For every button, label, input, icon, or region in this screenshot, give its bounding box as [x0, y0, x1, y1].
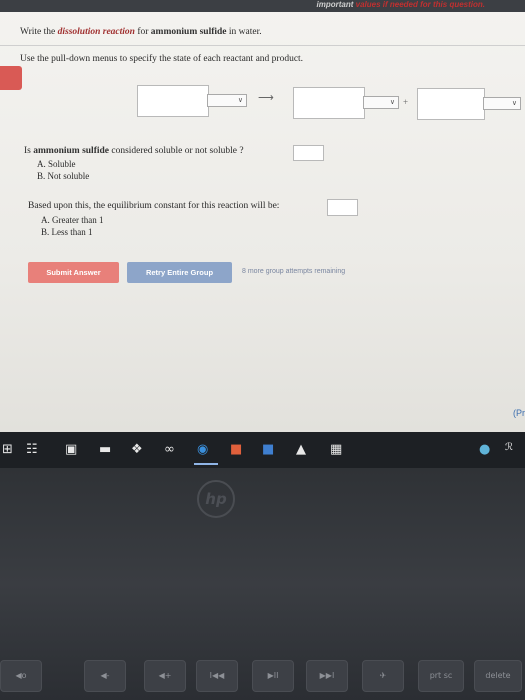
key-f1[interactable]: ◀o: [0, 660, 42, 692]
key-delete[interactable]: delete: [474, 660, 522, 692]
key-f2[interactable]: ◀-: [84, 660, 126, 692]
product1-state-select[interactable]: ∨: [363, 96, 399, 109]
question-emphasis: dissolution reaction: [57, 27, 135, 37]
product2-input[interactable]: [417, 88, 485, 120]
soluble-option-b: B. Not soluble: [37, 171, 90, 181]
hint-text: important values if needed for this ques…: [316, 0, 485, 9]
equilibrium-option-b: B. Less than 1: [41, 227, 93, 237]
edge-icon[interactable]: ◉: [197, 442, 208, 457]
equilibrium-answer-input[interactable]: [327, 199, 358, 216]
previous-button[interactable]: (Pr: [513, 408, 525, 418]
equilibrium-option-a: A. Greater than 1: [41, 215, 104, 225]
key-f4[interactable]: I◀◀: [196, 660, 238, 692]
soluble-option-a: A. Soluble: [37, 159, 76, 169]
active-app-indicator: [194, 463, 218, 465]
link-icon[interactable]: ∞: [164, 442, 175, 457]
reactant-input[interactable]: [137, 85, 209, 117]
chevron-down-icon: ∨: [389, 98, 395, 106]
key-f3[interactable]: ◀+: [144, 660, 186, 692]
chrome-icon[interactable]: ●: [479, 442, 490, 457]
key-f7[interactable]: ✈: [362, 660, 404, 692]
soluble-question: Is ammonium sulfide considered soluble o…: [24, 146, 244, 156]
store-icon[interactable]: ▣: [65, 442, 77, 457]
retry-group-button[interactable]: Retry Entire Group: [127, 262, 232, 283]
file-explorer-icon[interactable]: ▬: [99, 442, 111, 457]
chevron-down-icon: ∨: [237, 96, 243, 104]
people-icon[interactable]: ℛ: [505, 442, 513, 453]
side-tab[interactable]: [0, 66, 22, 90]
plus-sign: +: [403, 97, 409, 107]
task-view-icon[interactable]: ☷: [26, 442, 38, 457]
soluble-answer-input[interactable]: [293, 145, 324, 161]
calculator-icon[interactable]: ▦: [330, 442, 342, 457]
top-banner: important values if needed for this ques…: [0, 0, 525, 12]
key-f5[interactable]: ▶II: [252, 660, 294, 692]
browser-page: important values if needed for this ques…: [0, 0, 525, 432]
hp-logo-icon: hp: [197, 480, 235, 518]
photos-icon[interactable]: ▲: [296, 442, 306, 457]
question-line: Write the dissolution reaction for ammon…: [20, 27, 262, 37]
windows-icon[interactable]: ⊞: [2, 442, 13, 457]
key-prtsc[interactable]: prt sc: [418, 660, 464, 692]
chevron-down-icon: ∨: [511, 99, 517, 107]
equilibrium-question: Based upon this, the equilibrium constan…: [28, 201, 280, 211]
submit-answer-button[interactable]: Submit Answer: [28, 262, 119, 283]
word-icon[interactable]: ■: [262, 442, 274, 457]
question-compound: ammonium sulfide: [150, 27, 227, 37]
attempts-remaining: 8 more group attempts remaining: [242, 268, 346, 275]
powerpoint-icon[interactable]: ■: [230, 442, 242, 457]
key-f6[interactable]: ▶▶I: [306, 660, 348, 692]
reactant-state-select[interactable]: ∨: [207, 94, 247, 107]
product1-input[interactable]: [293, 87, 365, 119]
reaction-arrow: ⟶: [258, 92, 274, 104]
product2-state-select[interactable]: ∨: [483, 97, 521, 110]
divider: [0, 45, 525, 46]
instructions: Use the pull-down menus to specify the s…: [20, 54, 304, 64]
dropbox-icon[interactable]: ❖: [131, 442, 143, 457]
